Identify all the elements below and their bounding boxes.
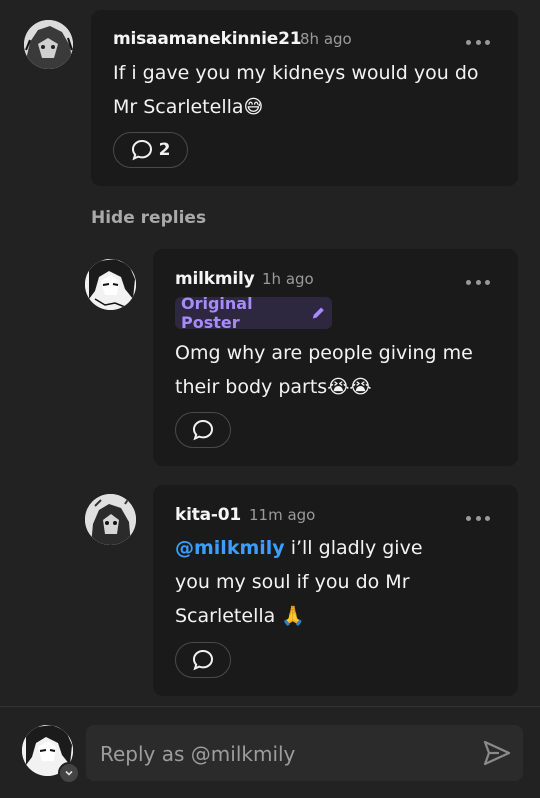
pencil-icon: [313, 307, 325, 319]
emoji-folded-hands: 🙏: [281, 605, 305, 627]
divider: [0, 706, 540, 707]
comment-timestamp: 1h ago: [262, 270, 314, 288]
comment-username[interactable]: kita-01: [175, 505, 241, 525]
badge-label: Original Poster: [181, 294, 253, 332]
comment-timestamp: 8h ago: [300, 30, 352, 48]
more-options-icon[interactable]: [466, 512, 490, 524]
comment-text-body: Omg why are people giving me their body …: [175, 342, 473, 398]
comment-text: @milkmily i’ll gladly give you my soul i…: [175, 531, 445, 633]
reply-input[interactable]: [98, 725, 462, 783]
hide-replies-link[interactable]: Hide replies: [91, 208, 206, 228]
comment-timestamp: 11m ago: [249, 506, 316, 524]
reply-composer: [86, 725, 523, 783]
comment-bubble-icon: [131, 139, 152, 161]
send-icon[interactable]: [481, 737, 513, 769]
original-poster-badge: Original Poster: [175, 294, 332, 332]
comment-text: If i gave you my kidneys would you do Mr…: [113, 56, 483, 124]
reply-button[interactable]: [175, 412, 231, 448]
comment-text-body: If i gave you my kidneys would you do Mr…: [113, 62, 479, 118]
emoji-loudly-crying: 😭😭: [327, 376, 372, 398]
reply-button[interactable]: [175, 642, 231, 678]
more-options-icon[interactable]: [466, 276, 490, 288]
replies-button[interactable]: 2: [113, 132, 188, 168]
avatar[interactable]: [85, 259, 136, 310]
reply-count: 2: [158, 140, 171, 160]
user-mention-link[interactable]: @milkmily: [175, 537, 285, 559]
comment-bubble-icon: [192, 419, 214, 441]
comment-username[interactable]: milkmily: [175, 269, 255, 289]
comment-username[interactable]: misaamanekinnie21: [113, 29, 302, 49]
chevron-down-icon[interactable]: [58, 762, 80, 784]
comment-bubble-icon: [192, 649, 214, 671]
avatar[interactable]: [85, 494, 136, 545]
avatar[interactable]: [24, 20, 73, 69]
emoji-sweat-smile: 😅: [243, 96, 264, 118]
more-options-icon[interactable]: [466, 36, 490, 48]
comment-text: Omg why are people giving me their body …: [175, 336, 505, 404]
